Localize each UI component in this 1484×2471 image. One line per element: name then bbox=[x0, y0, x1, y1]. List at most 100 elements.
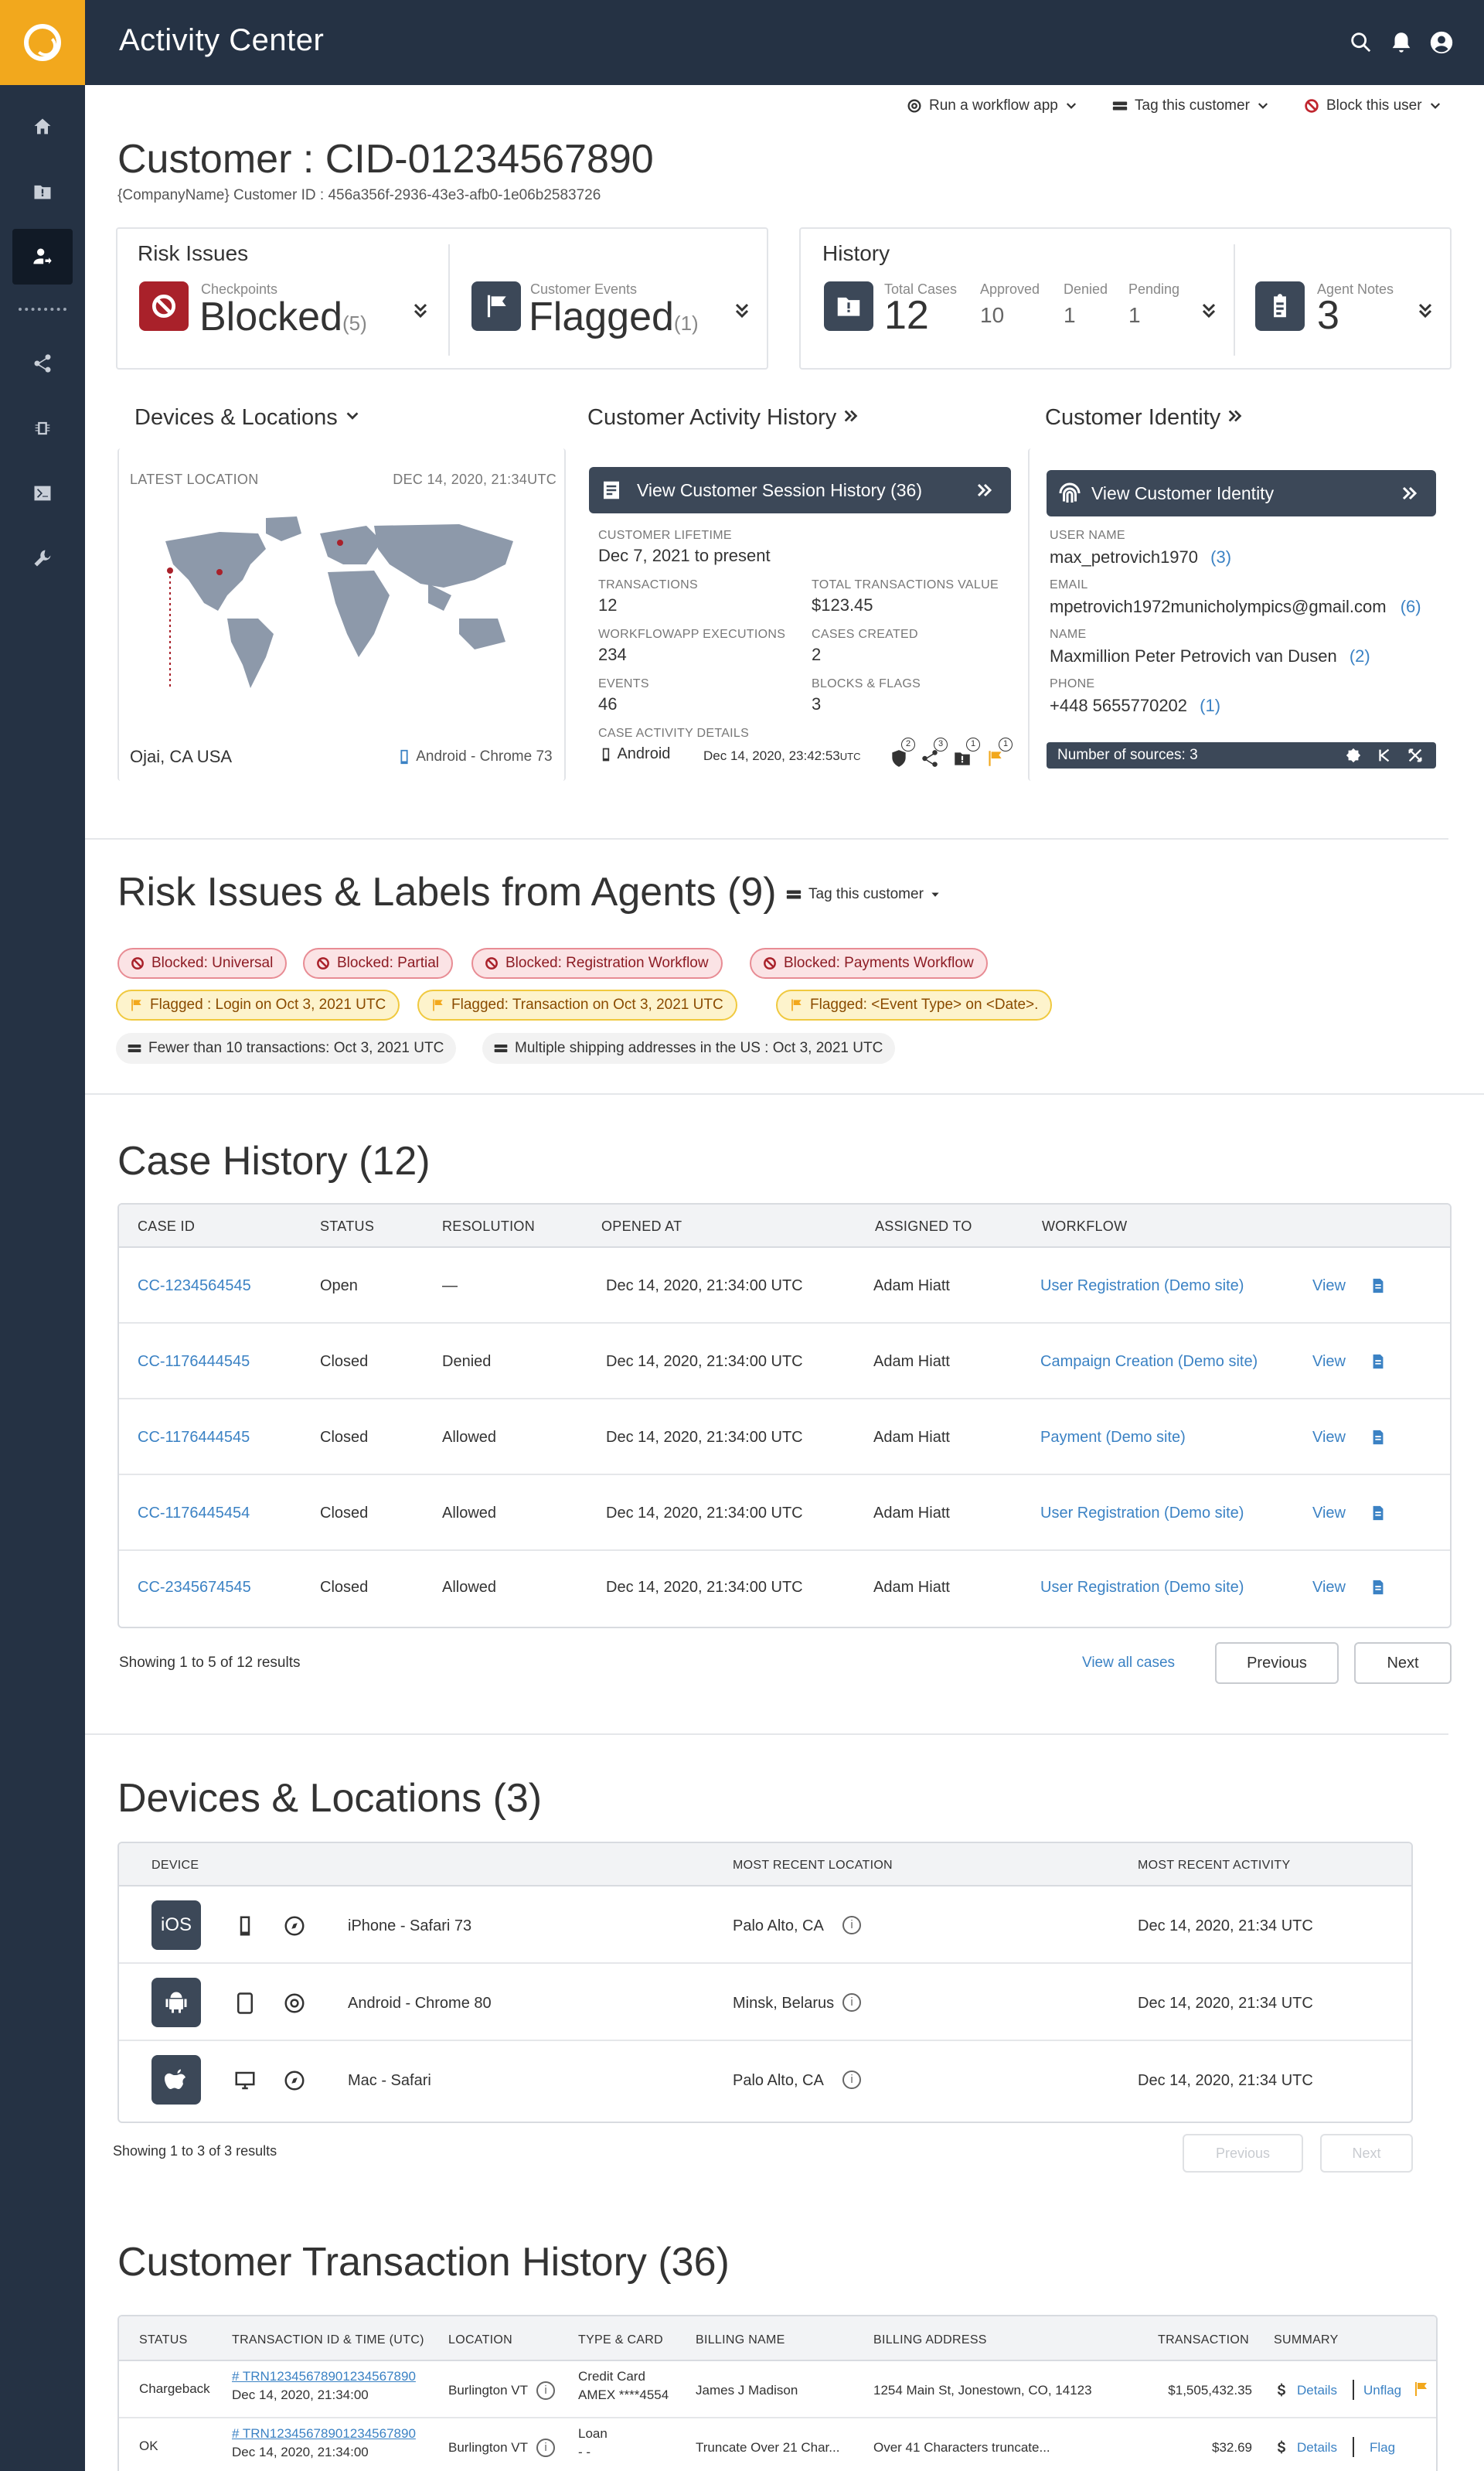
case-workflow-link[interactable]: Payment (Demo site) bbox=[1040, 1429, 1186, 1447]
label-tag[interactable]: Flagged : Login on Oct 3, 2021 UTC bbox=[116, 990, 400, 1021]
cross-tools-icon[interactable] bbox=[1407, 747, 1424, 764]
devices-locations-heading[interactable]: Devices & Locations bbox=[134, 405, 361, 431]
document-icon[interactable] bbox=[1370, 1505, 1387, 1522]
info-icon[interactable]: i bbox=[536, 2439, 555, 2457]
case-workflow-link[interactable]: User Registration (Demo site) bbox=[1040, 1277, 1244, 1295]
case-assigned: Adam Hiatt bbox=[873, 1579, 950, 1596]
column-header: MOST RECENT LOCATION bbox=[733, 1859, 893, 1872]
nav-chip[interactable] bbox=[0, 400, 85, 456]
phone-count[interactable]: (1) bbox=[1200, 696, 1220, 715]
tag-customer-button[interactable]: Tag this customer bbox=[1111, 97, 1270, 114]
label-tag[interactable]: Flagged: <Event Type> on <Date>. bbox=[776, 990, 1053, 1021]
nav-home[interactable] bbox=[0, 99, 85, 155]
label-tag[interactable]: Blocked: Universal bbox=[117, 948, 288, 979]
info-icon[interactable]: i bbox=[842, 1993, 861, 2012]
tx-details-link[interactable]: Details bbox=[1297, 2440, 1337, 2456]
column-header: TRANSACTION ID & TIME (UTC) bbox=[232, 2333, 424, 2347]
table-row: OK # TRN12345678901234567890 Dec 14, 202… bbox=[119, 2418, 1436, 2471]
name-count[interactable]: (2) bbox=[1350, 646, 1370, 666]
cases-next-button[interactable]: Next bbox=[1354, 1642, 1452, 1684]
view-all-cases-link[interactable]: View all cases bbox=[1082, 1655, 1175, 1672]
label-tag[interactable]: Blocked: Partial bbox=[303, 948, 454, 979]
link-arrow-icon[interactable] bbox=[1376, 747, 1393, 764]
column-header: WORKFLOW bbox=[1042, 1218, 1128, 1234]
case-view-link[interactable]: View bbox=[1312, 1505, 1346, 1522]
info-icon[interactable]: i bbox=[842, 2071, 861, 2089]
caret-down-icon bbox=[931, 892, 939, 897]
table-row: Chargeback # TRN12345678901234567890 Dec… bbox=[119, 2361, 1436, 2418]
case-view-link[interactable]: View bbox=[1312, 1579, 1346, 1597]
flag-count: 1 bbox=[999, 738, 1013, 752]
info-icon[interactable]: i bbox=[842, 1916, 861, 1934]
case-id-link[interactable]: CC-2345674545 bbox=[138, 1579, 251, 1597]
logo[interactable] bbox=[0, 0, 85, 85]
share-icon[interactable] bbox=[920, 748, 940, 769]
customer-identity-heading[interactable]: Customer Identity bbox=[1045, 405, 1244, 431]
block-user-button[interactable]: Block this user bbox=[1303, 97, 1442, 114]
denied-value: 1 bbox=[1064, 303, 1076, 327]
tx-flag-link[interactable]: Flag bbox=[1370, 2440, 1395, 2456]
case-view-link[interactable]: View bbox=[1312, 1353, 1346, 1371]
block-icon bbox=[151, 294, 176, 319]
tx-id-link[interactable]: # TRN12345678901234567890 bbox=[232, 2426, 416, 2442]
label-tag[interactable]: Blocked: Registration Workflow bbox=[471, 948, 723, 979]
case-view-link[interactable]: View bbox=[1312, 1429, 1346, 1447]
expand-events-icon[interactable] bbox=[733, 302, 751, 320]
case-id-link[interactable]: CC-1176444545 bbox=[138, 1429, 250, 1447]
case-id-link[interactable]: CC-1176445454 bbox=[138, 1505, 250, 1522]
transactions-heading: Customer Transaction History (36) bbox=[117, 2240, 730, 2285]
nav-settings[interactable] bbox=[0, 530, 85, 586]
expand-checkpoints-icon[interactable] bbox=[411, 302, 430, 320]
document-icon[interactable] bbox=[1370, 1429, 1387, 1446]
nav-terminal[interactable] bbox=[0, 465, 85, 521]
case-workflow-link[interactable]: Campaign Creation (Demo site) bbox=[1040, 1353, 1258, 1371]
flag-icon bbox=[131, 999, 141, 1011]
devices-previous-button[interactable]: Previous bbox=[1183, 2134, 1303, 2173]
username-count[interactable]: (3) bbox=[1210, 547, 1231, 567]
case-id-link[interactable]: CC-1234564545 bbox=[138, 1277, 251, 1295]
nav-share[interactable] bbox=[0, 336, 85, 391]
search-icon[interactable] bbox=[1348, 29, 1374, 56]
tx-unflag-link[interactable]: Unflag bbox=[1363, 2383, 1401, 2398]
label-tag[interactable]: Blocked: Payments Workflow bbox=[750, 948, 988, 979]
activity-history-heading[interactable]: Customer Activity History bbox=[587, 405, 859, 431]
bell-icon[interactable] bbox=[1388, 29, 1414, 56]
badge-icon[interactable] bbox=[1345, 747, 1362, 764]
shield-icon[interactable] bbox=[889, 748, 909, 769]
info-icon[interactable]: i bbox=[536, 2381, 555, 2400]
account-icon[interactable] bbox=[1428, 29, 1455, 56]
chevron-down-icon bbox=[1066, 103, 1076, 109]
device-name: Mac - Safari bbox=[348, 2072, 431, 2089]
divider bbox=[1234, 244, 1235, 356]
view-identity-button[interactable]: View Customer Identity bbox=[1047, 470, 1436, 516]
nav-cases[interactable] bbox=[0, 164, 85, 220]
document-icon[interactable] bbox=[1370, 1579, 1387, 1596]
expand-notes-icon[interactable] bbox=[1416, 302, 1435, 320]
email-count[interactable]: (6) bbox=[1401, 597, 1421, 616]
devices-next-button[interactable]: Next bbox=[1320, 2134, 1413, 2173]
device-activity: Dec 14, 2020, 21:34 UTC bbox=[1138, 2072, 1313, 2089]
view-session-history-button[interactable]: View Customer Session History (36) bbox=[589, 467, 1011, 513]
label-text: Fewer than 10 transactions: Oct 3, 2021 … bbox=[148, 1040, 444, 1056]
case-workflow-link[interactable]: User Registration (Demo site) bbox=[1040, 1579, 1244, 1597]
run-workflow-button[interactable]: Run a workflow app bbox=[906, 97, 1078, 114]
tag-customer-inline-button[interactable]: Tag this customer bbox=[785, 886, 941, 903]
document-icon[interactable] bbox=[1370, 1353, 1387, 1370]
flag-icon[interactable] bbox=[985, 748, 1005, 769]
tx-id-link[interactable]: # TRN12345678901234567890 bbox=[232, 2369, 416, 2384]
tx-details-link[interactable]: Details bbox=[1297, 2383, 1337, 2398]
folder-alert-icon[interactable] bbox=[952, 748, 972, 769]
case-id-link[interactable]: CC-1176444545 bbox=[138, 1353, 250, 1371]
cases-previous-button[interactable]: Previous bbox=[1215, 1642, 1339, 1684]
label-tag[interactable]: Flagged: Transaction on Oct 3, 2021 UTC bbox=[417, 990, 737, 1021]
notes-badge bbox=[1255, 281, 1305, 331]
case-view-link[interactable]: View bbox=[1312, 1277, 1346, 1295]
expand-history-icon[interactable] bbox=[1200, 302, 1218, 320]
case-workflow-link[interactable]: User Registration (Demo site) bbox=[1040, 1505, 1244, 1522]
label-tag[interactable]: Multiple shipping addresses in the US : … bbox=[482, 1033, 896, 1064]
column-header: BILLING NAME bbox=[696, 2333, 785, 2347]
label-tag[interactable]: Fewer than 10 transactions: Oct 3, 2021 … bbox=[116, 1033, 457, 1064]
document-icon[interactable] bbox=[1370, 1277, 1387, 1294]
case-history-table: CASE ID STATUS RESOLUTION OPENED AT ASSI… bbox=[117, 1203, 1452, 1628]
nav-customers[interactable] bbox=[12, 229, 73, 285]
